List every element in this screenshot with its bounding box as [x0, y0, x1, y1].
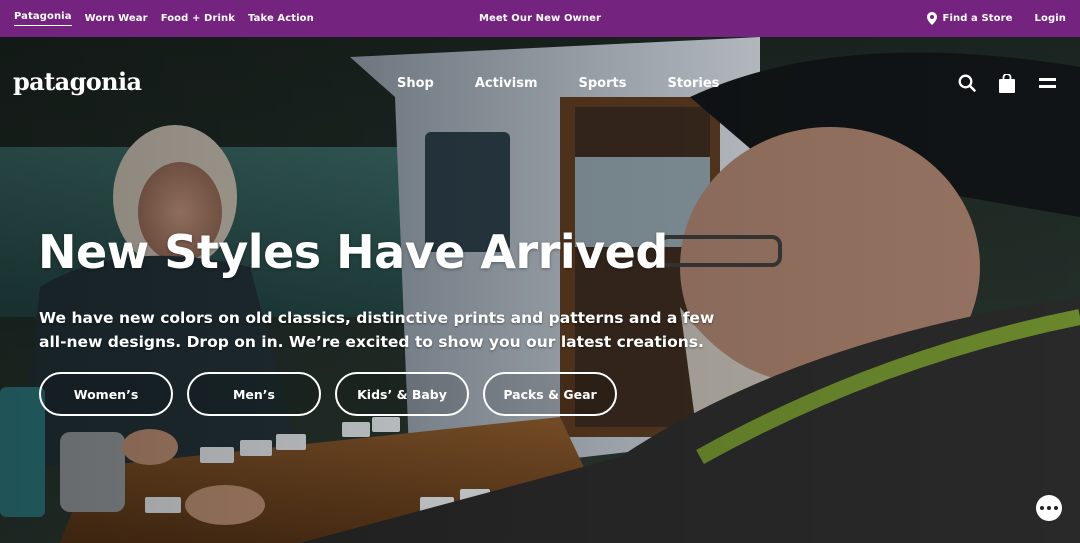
primary-nav-links: Shop Activism Sports Stories	[397, 76, 760, 91]
main-navigation: patagonia Shop Activism Sports Stories	[0, 37, 1080, 133]
link-food-drink[interactable]: Food + Drink	[161, 13, 235, 24]
nav-icons	[958, 73, 1056, 93]
search-icon[interactable]	[958, 73, 976, 93]
nav-shop[interactable]: Shop	[397, 76, 434, 91]
find-store-link[interactable]: Find a Store	[926, 12, 1013, 25]
hero-banner: patagonia Shop Activism Sports Stories N…	[0, 37, 1080, 543]
hero-subtext: We have new colors on old classics, dist…	[39, 309, 715, 351]
link-worn-wear[interactable]: Worn Wear	[85, 13, 148, 24]
nav-activism[interactable]: Activism	[475, 76, 538, 91]
nav-stories[interactable]: Stories	[667, 76, 719, 91]
chat-dot	[1054, 506, 1058, 510]
chat-dot	[1040, 506, 1044, 510]
hero-cta-group: Women’s Men’s Kids’ & Baby Packs & Gear	[39, 372, 617, 416]
announcement-link[interactable]: Meet Our New Owner	[479, 13, 601, 24]
nav-sports[interactable]: Sports	[579, 76, 627, 91]
link-patagonia[interactable]: Patagonia	[14, 11, 72, 26]
utility-bar: Patagonia Worn Wear Food + Drink Take Ac…	[0, 0, 1080, 37]
kids-baby-button[interactable]: Kids’ & Baby	[335, 372, 469, 416]
chat-ellipsis-icon[interactable]	[1036, 495, 1062, 521]
menu-icon[interactable]	[1038, 73, 1056, 93]
packs-gear-button[interactable]: Packs & Gear	[483, 372, 617, 416]
brand-links: Patagonia Worn Wear Food + Drink Take Ac…	[14, 11, 344, 26]
login-link[interactable]: Login	[1035, 13, 1066, 24]
bag-icon[interactable]	[998, 73, 1016, 93]
chat-dot	[1047, 506, 1051, 510]
patagonia-logo[interactable]: patagonia	[13, 67, 142, 96]
mens-button[interactable]: Men’s	[187, 372, 321, 416]
hero-headline: New Styles Have Arrived	[38, 225, 668, 279]
womens-button[interactable]: Women’s	[39, 372, 173, 416]
link-take-action[interactable]: Take Action	[248, 13, 314, 24]
location-pin-icon	[926, 12, 937, 25]
find-store-label: Find a Store	[942, 13, 1013, 24]
